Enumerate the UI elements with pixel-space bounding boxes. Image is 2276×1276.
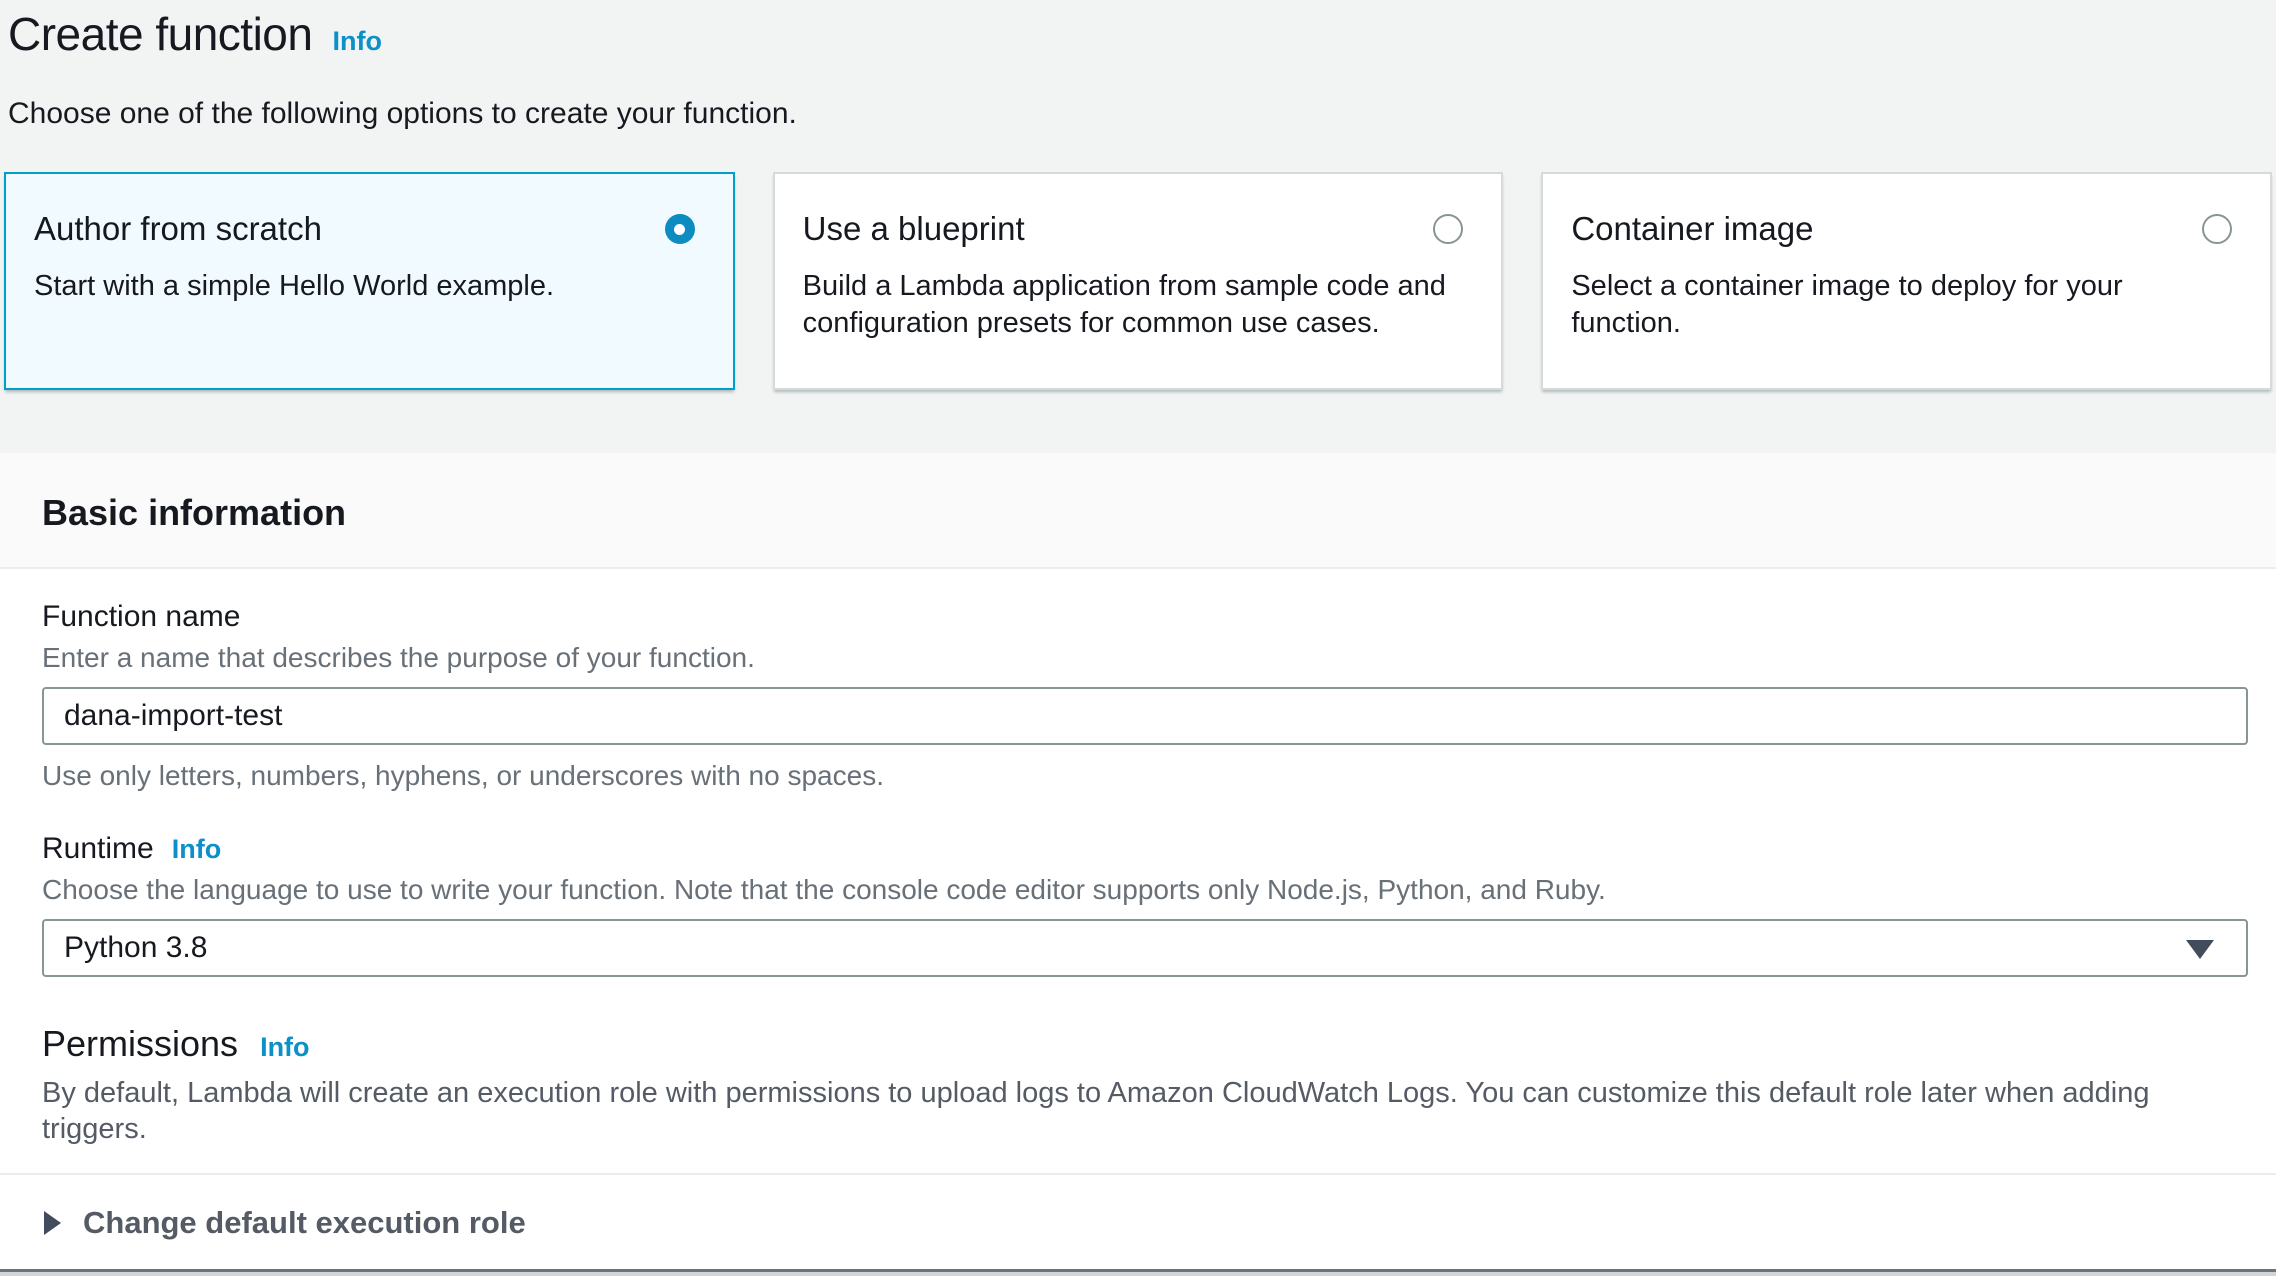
page-title-info-link[interactable]: Info: [332, 26, 381, 57]
page-subtitle: Choose one of the following options to c…: [8, 96, 2248, 132]
chevron-down-icon: [2186, 940, 2214, 959]
function-name-input[interactable]: [42, 687, 2248, 745]
runtime-field: Runtime Info Choose the language to use …: [42, 831, 2248, 977]
permissions-heading-row: Permissions Info: [42, 1021, 2248, 1067]
create-function-page: Create function Info Choose one of the f…: [0, 0, 2276, 1276]
radio-author-from-scratch[interactable]: [665, 214, 695, 244]
function-name-label: Function name: [42, 599, 240, 635]
card-title: Container image: [1571, 206, 1813, 252]
page-title: Create function: [8, 8, 312, 60]
bottom-rule-shadow: [0, 1272, 2276, 1276]
runtime-info-link[interactable]: Info: [172, 834, 221, 865]
card-container-image[interactable]: Container image Select a container image…: [1541, 172, 2272, 390]
card-title: Use a blueprint: [803, 206, 1025, 252]
basic-information-panel: Basic information Function name Enter a …: [0, 453, 2276, 1276]
runtime-selected-value: Python 3.8: [64, 931, 207, 965]
card-description: Select a container image to deploy for y…: [1571, 268, 2232, 342]
card-description: Build a Lambda application from sample c…: [803, 268, 1464, 342]
radio-use-a-blueprint[interactable]: [1433, 214, 1463, 244]
change-default-execution-role-toggle[interactable]: Change default execution role: [0, 1175, 2276, 1269]
basic-information-header: Basic information: [0, 453, 2276, 569]
runtime-select[interactable]: Python 3.8: [42, 919, 2248, 977]
page-header: Create function Info Choose one of the f…: [0, 0, 2276, 132]
function-name-description: Enter a name that describes the purpose …: [42, 641, 2248, 675]
card-title: Author from scratch: [34, 206, 322, 252]
permissions-heading: Permissions: [42, 1021, 238, 1067]
card-author-from-scratch[interactable]: Author from scratch Start with a simple …: [4, 172, 735, 390]
card-use-a-blueprint[interactable]: Use a blueprint Build a Lambda applicati…: [773, 172, 1504, 390]
radio-container-image[interactable]: [2202, 214, 2232, 244]
creation-option-cards: Author from scratch Start with a simple …: [4, 172, 2272, 390]
permissions-description: By default, Lambda will create an execut…: [42, 1075, 2248, 1147]
basic-information-title: Basic information: [42, 491, 2248, 535]
function-name-constraint: Use only letters, numbers, hyphens, or u…: [42, 759, 2248, 793]
permissions-info-link[interactable]: Info: [260, 1032, 309, 1063]
card-description: Start with a simple Hello World example.: [34, 268, 695, 305]
runtime-description: Choose the language to use to write your…: [42, 873, 2248, 907]
change-default-execution-role-label: Change default execution role: [83, 1203, 526, 1243]
function-name-field: Function name Enter a name that describe…: [42, 599, 2248, 793]
runtime-label: Runtime: [42, 831, 154, 867]
expand-caret-icon: [44, 1211, 61, 1235]
basic-information-body: Function name Enter a name that describe…: [0, 569, 2276, 1147]
